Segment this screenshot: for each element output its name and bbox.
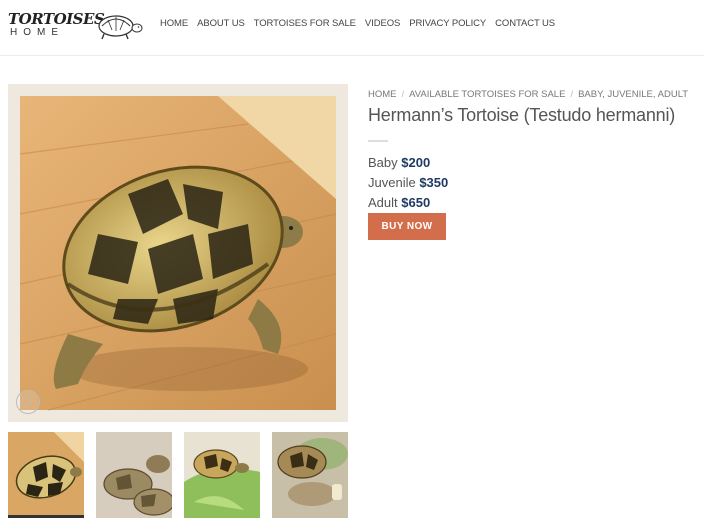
thumbnail-image xyxy=(96,432,172,518)
buy-now-button[interactable]: BUY NOW xyxy=(368,213,446,240)
price-row-juvenile: Juvenile $350 xyxy=(368,175,448,190)
price-amount: $350 xyxy=(419,175,449,190)
product-title: Hermann’s Tortoise (Testudo hermanni) xyxy=(368,105,676,125)
breadcrumb-category[interactable]: BABY, JUVENILE, ADULT xyxy=(578,89,688,100)
breadcrumb-home[interactable]: HOME xyxy=(368,89,397,100)
tortoise-photo xyxy=(19,96,337,411)
price-label: Baby xyxy=(368,155,398,170)
thumbnail-strip xyxy=(8,432,360,518)
tortoise-logo-icon xyxy=(98,15,143,40)
thumbnail-image xyxy=(8,432,84,515)
thumbnail-1[interactable] xyxy=(8,432,84,518)
price-label: Juvenile xyxy=(368,175,416,190)
nav-tortoises-for-sale[interactable]: TORTOISES FOR SALE xyxy=(254,18,356,29)
main-nav: HOME ABOUT US TORTOISES FOR SALE VIDEOS … xyxy=(160,18,564,29)
thumbnail-4[interactable] xyxy=(272,432,348,518)
thumbnail-image xyxy=(272,432,348,518)
title-divider xyxy=(368,140,388,142)
nav-contact-us[interactable]: CONTACT US xyxy=(495,18,555,29)
logo-subtext: HOME xyxy=(10,27,64,38)
thumbnail-3[interactable] xyxy=(184,432,260,518)
zoom-icon[interactable] xyxy=(16,390,40,414)
nav-privacy-policy[interactable]: PRIVACY POLICY xyxy=(409,18,486,29)
thumbnail-2[interactable] xyxy=(96,432,172,518)
nav-home[interactable]: HOME xyxy=(160,18,188,29)
nav-about-us[interactable]: ABOUT US xyxy=(197,18,245,29)
breadcrumb: HOME / AVAILABLE TORTOISES FOR SALE / BABY, … xyxy=(368,89,689,100)
price-amount: $200 xyxy=(401,155,431,170)
main-product-image[interactable] xyxy=(8,84,348,422)
site-logo[interactable]: TORTOISES HOME xyxy=(8,10,143,42)
thumbnail-image xyxy=(184,432,260,518)
site-header: TORTOISES HOME HOME ABOUT US TORTOISES F… xyxy=(0,0,704,56)
price-label: Adult xyxy=(368,195,398,210)
price-row-baby: Baby $200 xyxy=(368,155,430,170)
price-row-adult: Adult $650 xyxy=(368,195,430,210)
price-amount: $650 xyxy=(401,195,431,210)
nav-videos[interactable]: VIDEOS xyxy=(365,18,400,29)
breadcrumb-available-tortoises[interactable]: AVAILABLE TORTOISES FOR SALE xyxy=(409,89,565,100)
